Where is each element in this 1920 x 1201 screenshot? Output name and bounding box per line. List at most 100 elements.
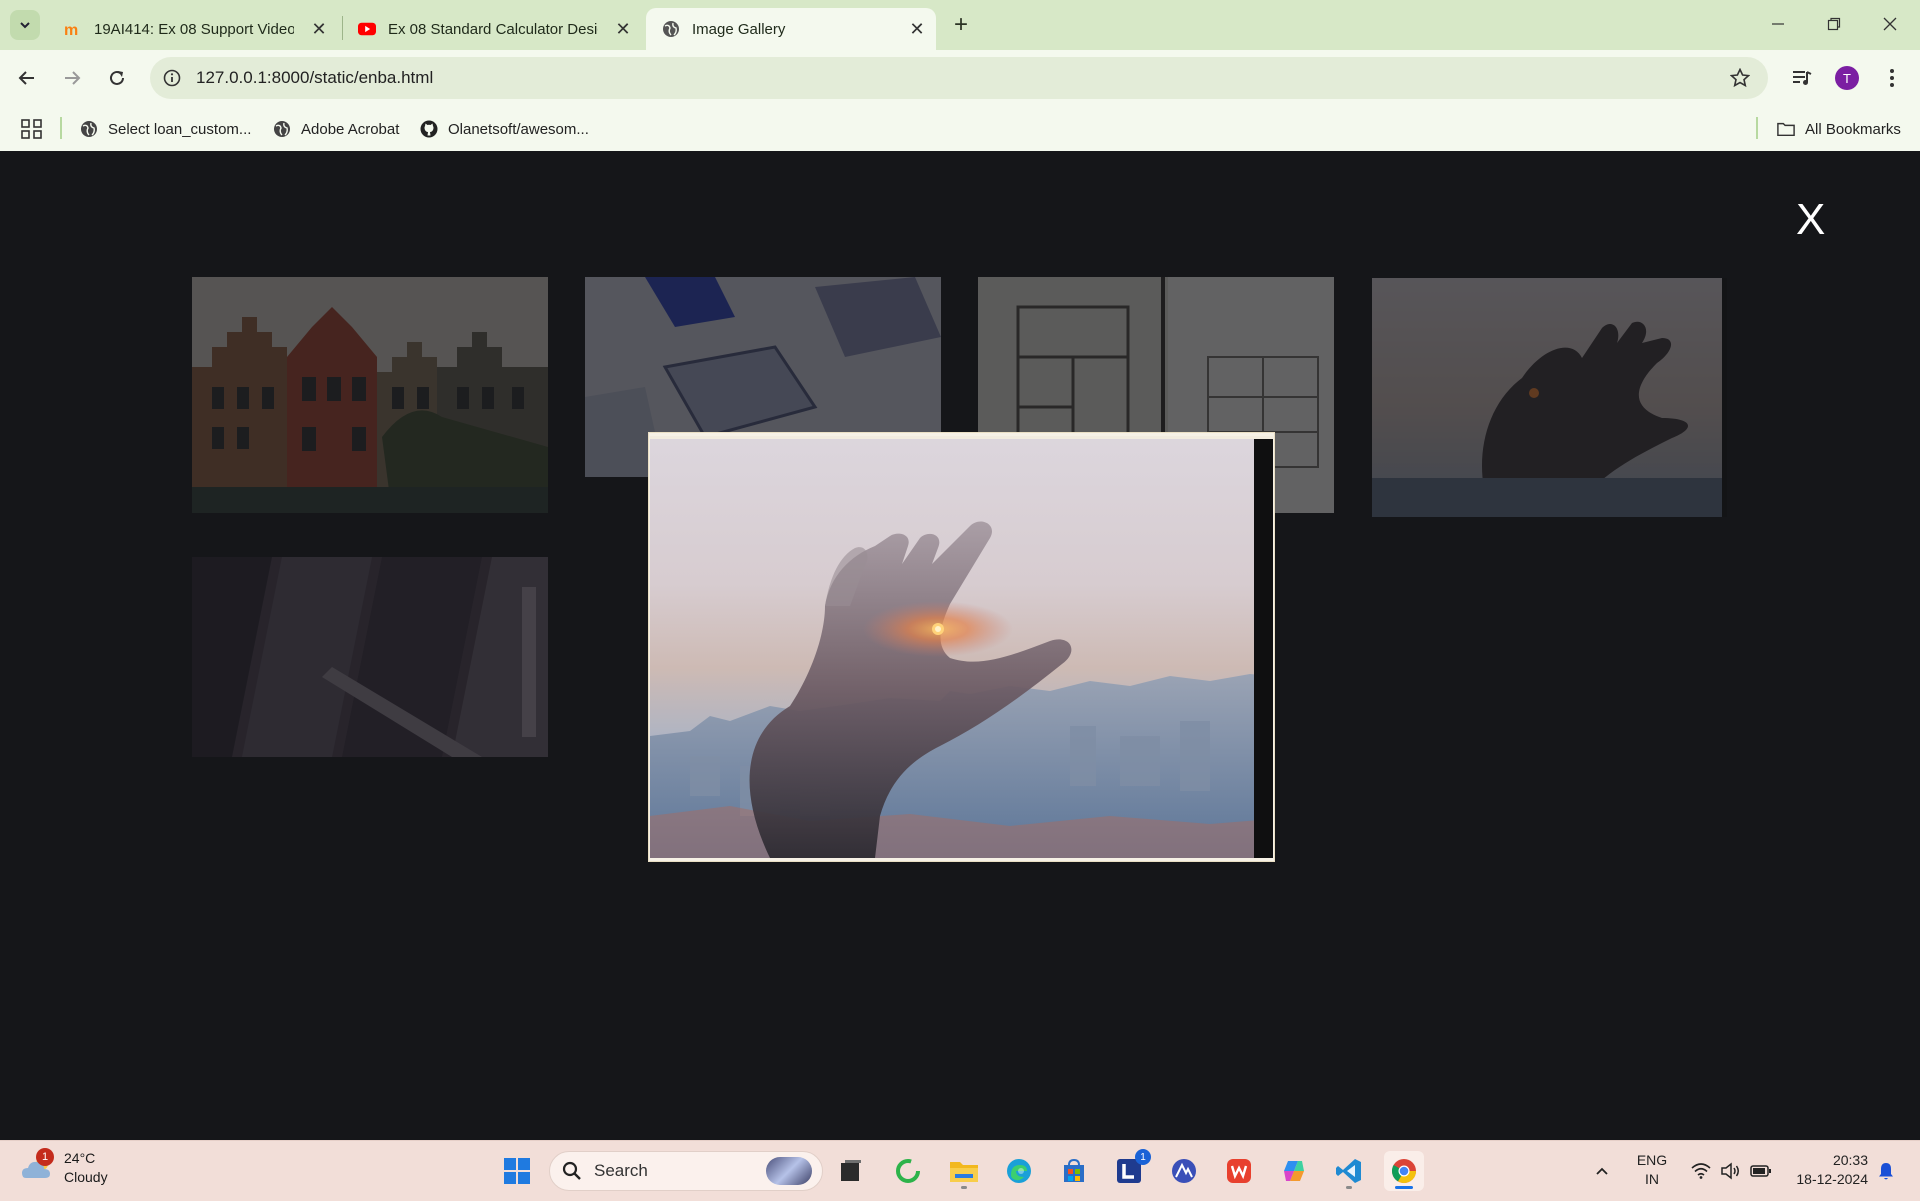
lang-line2: IN — [1645, 1171, 1659, 1187]
tab-title: Image Gallery — [692, 20, 786, 38]
reload-button[interactable] — [102, 63, 132, 93]
gallery-thumbnail-buildings[interactable] — [192, 277, 548, 513]
start-button[interactable] — [497, 1151, 537, 1191]
bookmark-loan-custom[interactable]: Select loan_custom... — [80, 117, 251, 141]
edge-button[interactable] — [999, 1151, 1039, 1191]
address-bar[interactable]: 127.0.0.1:8000/static/enba.html — [150, 57, 1768, 99]
quick-settings-button[interactable] — [1686, 1151, 1776, 1191]
avatar: T — [1835, 66, 1859, 90]
windows-icon — [504, 1158, 530, 1184]
tab-strip: m 19AI414: Ex 08 Support Video | ✕ Ex 08… — [0, 0, 1920, 50]
language-indicator[interactable]: ENG IN — [1634, 1151, 1670, 1189]
chrome-menu-button[interactable] — [1877, 63, 1907, 93]
bookmark-adobe-acrobat[interactable]: Adobe Acrobat — [273, 117, 399, 141]
weather-temp: 24°C — [64, 1150, 96, 1166]
tab-calculator-design[interactable]: Ex 08 Standard Calculator Desig ✕ — [342, 8, 642, 50]
bookmarks-separator — [1756, 117, 1758, 139]
forward-button[interactable] — [57, 63, 87, 93]
close-window-button[interactable] — [1870, 8, 1910, 40]
taskbar: 1 24°C Cloudy Search 1 ENG IN 20:33 18-1… — [0, 1140, 1920, 1201]
folder-icon — [950, 1162, 978, 1182]
search-icon — [562, 1160, 584, 1182]
lightbox-modal — [648, 432, 1275, 862]
notifications-button[interactable] — [1874, 1151, 1898, 1191]
minimize-button[interactable] — [1758, 8, 1798, 40]
weather-widget[interactable]: 1 24°C Cloudy — [20, 1148, 108, 1187]
tab-support-video[interactable]: m 19AI414: Ex 08 Support Video | ✕ — [48, 8, 338, 50]
chrome-button[interactable] — [1384, 1151, 1424, 1191]
close-tab-icon[interactable]: ✕ — [310, 19, 328, 39]
bookmark-label: Select loan_custom... — [108, 120, 252, 138]
show-hidden-icons-button[interactable] — [1588, 1151, 1616, 1191]
profile-button[interactable]: T — [1832, 63, 1862, 93]
apps-grid-icon[interactable] — [20, 118, 44, 140]
bookmark-label: Olanetsoft/awesom... — [448, 120, 589, 138]
close-tab-icon[interactable]: ✕ — [908, 19, 926, 39]
microsoft-store-button[interactable] — [1054, 1151, 1094, 1191]
copilot-icon — [1284, 1161, 1304, 1181]
close-tab-icon[interactable]: ✕ — [614, 19, 632, 39]
bookmarks-bar: Select loan_custom... Adobe Acrobat Olan… — [0, 107, 1920, 152]
search-placeholder: Search — [594, 1161, 648, 1180]
active-indicator — [1395, 1186, 1413, 1189]
l-app-button[interactable]: 1 — [1109, 1149, 1151, 1191]
media-controls-button[interactable] — [1787, 63, 1817, 93]
all-bookmarks-label: All Bookmarks — [1805, 120, 1901, 138]
chrome-icon — [1391, 1159, 1416, 1184]
gallery-page: X — [0, 151, 1920, 1140]
arrow-right-icon — [65, 71, 81, 85]
globe-icon — [273, 120, 291, 138]
app-circle-button[interactable] — [888, 1151, 928, 1191]
edge-icon — [1007, 1159, 1031, 1183]
taskbar-search[interactable]: Search — [549, 1151, 823, 1191]
ring-app-icon — [896, 1159, 920, 1183]
vscode-icon — [1336, 1159, 1361, 1183]
task-view-icon — [841, 1160, 861, 1181]
store-badge: 1 — [1135, 1149, 1151, 1165]
bookmarks-separator — [60, 117, 62, 139]
url-text[interactable]: 127.0.0.1:8000/static/enba.html — [196, 68, 433, 88]
youtube-icon — [358, 20, 376, 38]
clock[interactable]: 20:33 18-12-2024 — [1784, 1151, 1868, 1189]
tab-title: 19AI414: Ex 08 Support Video | — [94, 20, 294, 38]
arc-app-button[interactable] — [1164, 1151, 1204, 1191]
bookmark-star-icon[interactable] — [1730, 68, 1750, 88]
arrow-left-icon — [18, 71, 34, 85]
browser-toolbar: 127.0.0.1:8000/static/enba.html T — [0, 50, 1920, 107]
bell-icon — [1879, 1163, 1893, 1180]
tab-search-button[interactable] — [10, 10, 40, 40]
site-info-icon[interactable] — [162, 68, 182, 88]
cloud-icon: 1 — [20, 1148, 56, 1184]
search-highlight-icon — [766, 1157, 812, 1185]
chevron-up-icon — [1596, 1167, 1608, 1175]
tab-image-gallery[interactable]: Image Gallery ✕ — [646, 8, 936, 50]
close-icon — [1883, 17, 1897, 31]
moodle-icon: m — [64, 20, 82, 38]
gallery-thumbnail-hand-sunset[interactable] — [1372, 278, 1727, 517]
folder-icon — [1777, 120, 1795, 138]
running-indicator — [961, 1186, 967, 1189]
lang-line1: ENG — [1636, 1152, 1668, 1168]
svg-text:m: m — [64, 22, 78, 38]
wps-office-button[interactable] — [1219, 1151, 1259, 1191]
all-bookmarks-button[interactable]: All Bookmarks — [1777, 117, 1901, 141]
battery-icon — [1750, 1165, 1771, 1177]
back-button[interactable] — [12, 63, 42, 93]
more-vertical-icon — [1890, 69, 1894, 87]
bookmark-olanetsoft[interactable]: Olanetsoft/awesom... — [420, 117, 589, 141]
new-tab-button[interactable]: + — [948, 11, 974, 38]
copilot-button[interactable] — [1274, 1151, 1314, 1191]
wps-icon — [1227, 1159, 1251, 1183]
bookmark-label: Adobe Acrobat — [301, 120, 400, 138]
task-view-button[interactable] — [831, 1151, 871, 1191]
restore-button[interactable] — [1814, 8, 1854, 40]
globe-icon — [662, 20, 680, 38]
github-icon — [420, 120, 438, 138]
lightbox-image — [650, 436, 1273, 858]
gallery-thumbnail-blinds[interactable] — [192, 557, 548, 757]
lightbox-close-button[interactable]: X — [1796, 195, 1825, 245]
vscode-button[interactable] — [1329, 1151, 1369, 1191]
mountain-app-icon — [1172, 1159, 1196, 1183]
store-icon — [1064, 1158, 1084, 1182]
file-explorer-button[interactable] — [944, 1151, 984, 1191]
